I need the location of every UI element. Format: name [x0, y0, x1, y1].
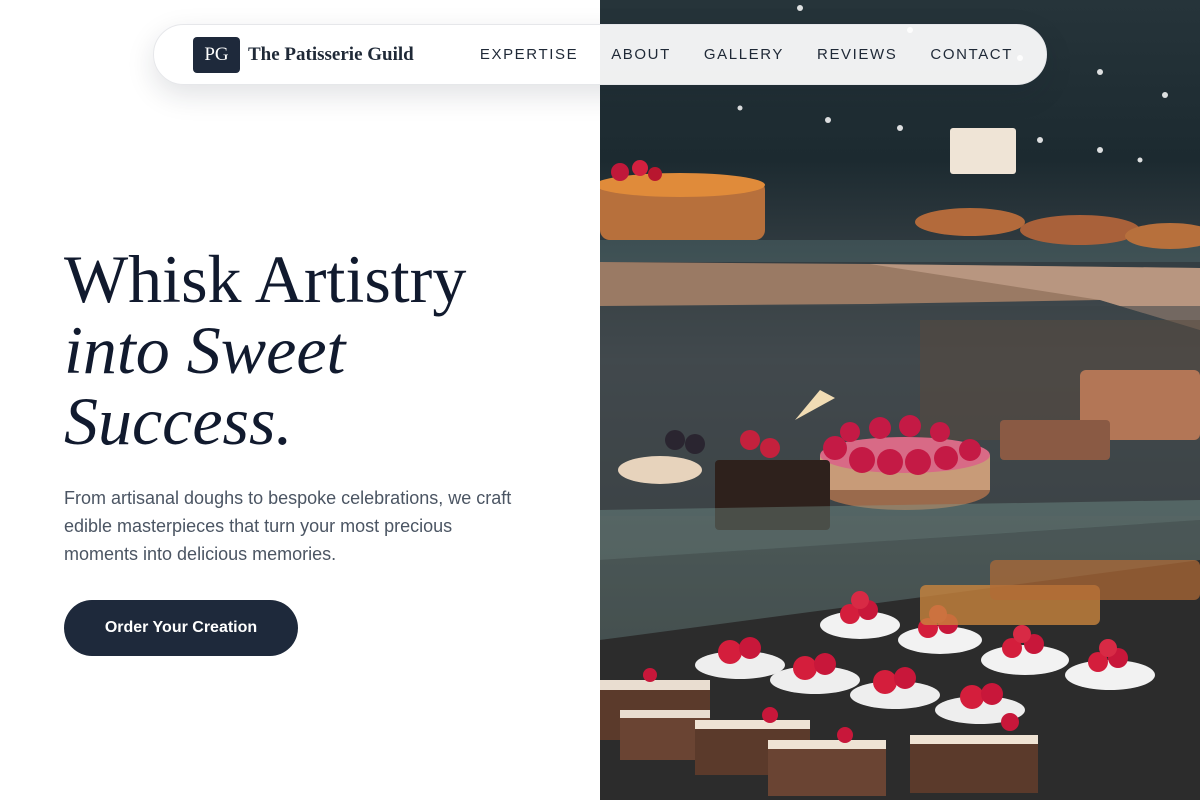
pastry-display-photo: [600, 0, 1200, 800]
nav-link-expertise[interactable]: EXPERTISE: [480, 46, 578, 63]
order-creation-button[interactable]: Order Your Creation: [64, 600, 298, 656]
nav-links: EXPERTISE ABOUT GALLERY REVIEWS CONTACT: [480, 46, 1013, 63]
top-navigation: PG The Patisserie Guild EXPERTISE ABOUT …: [153, 24, 1047, 85]
nav-link-contact[interactable]: CONTACT: [930, 46, 1013, 63]
hero-description: From artisanal doughs to bespoke celebra…: [64, 488, 512, 564]
hero-title-line-1: Whisk Artistry: [64, 241, 467, 317]
hero-title-line-3: Success.: [64, 383, 293, 459]
nav-link-gallery[interactable]: GALLERY: [704, 46, 784, 63]
brand-link[interactable]: PG The Patisserie Guild: [193, 36, 414, 73]
hero-title-line-2: into Sweet: [64, 312, 346, 388]
nav-link-about[interactable]: ABOUT: [611, 46, 671, 63]
nav-link-reviews[interactable]: REVIEWS: [817, 46, 897, 63]
brand-name: The Patisserie Guild: [248, 43, 414, 65]
hero-title: Whisk Artistry into Sweet Success.: [64, 244, 466, 457]
brand-logo-mark: PG: [193, 36, 240, 73]
